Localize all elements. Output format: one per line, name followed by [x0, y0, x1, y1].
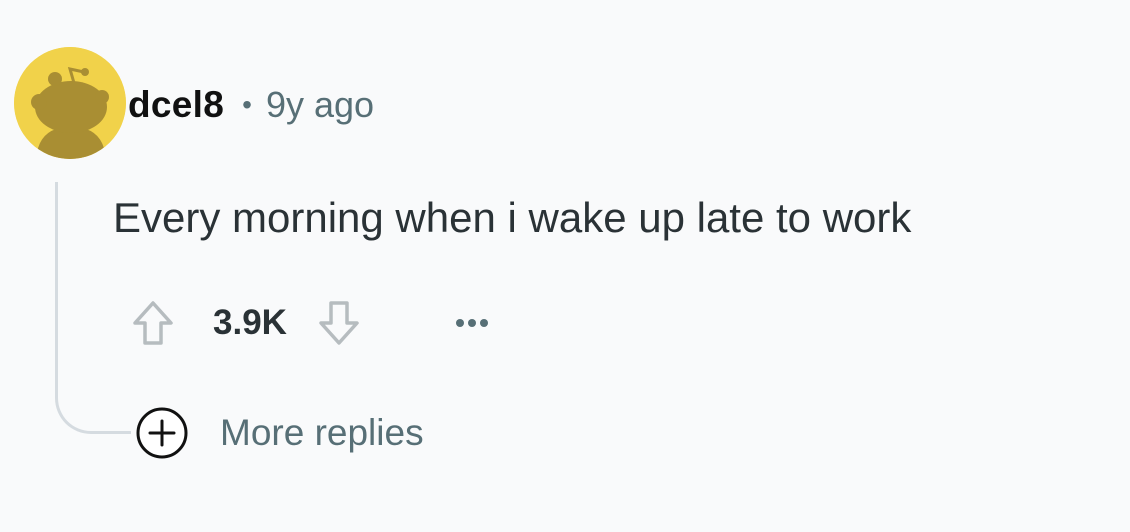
meta-separator: •: [242, 89, 252, 120]
upvote-arrow-icon: [133, 301, 173, 345]
snoo-avatar-icon: [14, 47, 126, 159]
comment-header: dcel8 • 9y ago: [128, 80, 374, 130]
more-replies-label: More replies: [220, 412, 424, 453]
upvote-button[interactable]: [125, 295, 181, 351]
vote-score: 3.9K: [213, 303, 287, 342]
downvote-button[interactable]: [311, 295, 367, 351]
comment-timestamp[interactable]: 9y ago: [266, 84, 374, 126]
comment: dcel8 • 9y ago Every morning when i wake…: [0, 0, 1130, 532]
more-replies-button[interactable]: More replies: [134, 405, 424, 461]
username-link[interactable]: dcel8: [128, 84, 224, 126]
comment-body: Every morning when i wake up late to wor…: [113, 194, 912, 241]
more-options-button[interactable]: [447, 298, 497, 348]
downvote-arrow-icon: [319, 301, 359, 345]
user-avatar[interactable]: [14, 47, 126, 159]
comment-actions: 3.9K: [125, 295, 497, 351]
ellipsis-icon: [455, 319, 488, 327]
plus-circle-icon: [134, 405, 190, 461]
